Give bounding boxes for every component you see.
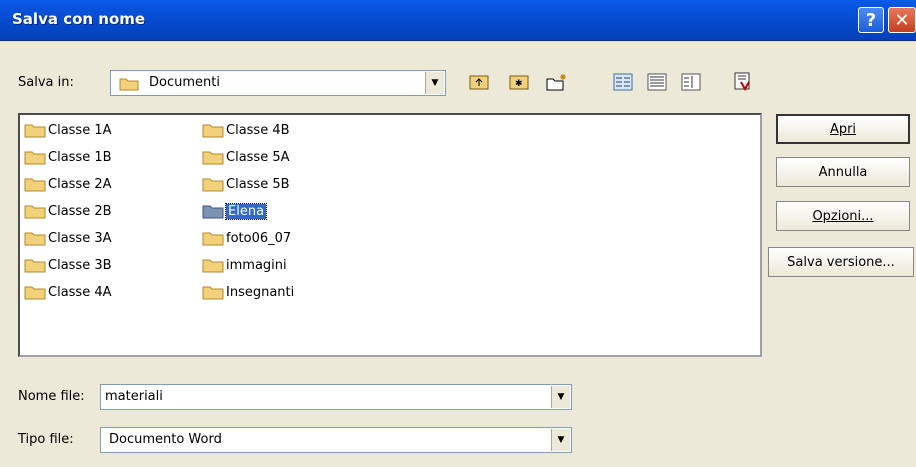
filetype-value: Documento Word	[109, 432, 222, 447]
file-item-label: Classe 5B	[226, 176, 290, 192]
file-item-label: Classe 1B	[48, 149, 112, 165]
title-bar[interactable]: Salva con nome ? ✕	[0, 0, 916, 41]
folder-icon	[202, 151, 224, 165]
desktop-button[interactable]: ✱	[506, 69, 532, 95]
window-title: Salva con nome	[12, 10, 146, 28]
filetype-label: Tipo file:	[18, 432, 74, 447]
folder-icon	[24, 151, 46, 165]
filetype-dropdown[interactable]: Documento Word ▼	[100, 427, 572, 453]
folder-icon	[202, 178, 224, 192]
file-item-classe-3b[interactable]: Classe 3B	[24, 254, 112, 276]
file-item-foto06-07[interactable]: foto06_07	[202, 227, 291, 249]
properties-view-icon	[681, 73, 701, 91]
folder-icon	[24, 124, 46, 138]
file-item-insegnanti[interactable]: Insegnanti	[202, 281, 294, 303]
file-item-label: Insegnanti	[226, 284, 295, 300]
details-view-icon	[647, 73, 667, 91]
folder-icon	[24, 205, 46, 219]
up-folder-icon	[469, 75, 489, 90]
file-item-classe-2b[interactable]: Classe 2B	[24, 200, 112, 222]
chevron-down-icon[interactable]: ▼	[551, 429, 570, 451]
tools-icon	[734, 72, 750, 92]
close-button[interactable]: ✕	[888, 7, 916, 33]
options-button[interactable]: Opzioni...	[776, 201, 910, 231]
svg-text:✱: ✱	[515, 79, 523, 89]
folder-icon	[24, 232, 46, 246]
save-in-label: Salva in:	[18, 75, 74, 90]
help-icon: ?	[865, 9, 877, 31]
new-folder-icon	[546, 74, 566, 91]
open-button-label: Apri	[829, 121, 857, 137]
file-item-classe-5b[interactable]: Classe 5B	[202, 173, 290, 195]
save-in-value: Documenti	[149, 75, 220, 90]
properties-view-button[interactable]	[678, 69, 704, 95]
file-item-label: foto06_07	[226, 230, 292, 246]
file-item-label: Classe 3B	[48, 257, 112, 273]
folder-icon	[202, 259, 224, 273]
file-item-classe-4a[interactable]: Classe 4A	[24, 281, 112, 303]
list-view-icon	[613, 73, 633, 91]
filename-input[interactable]: materiali ▼	[100, 384, 572, 410]
file-item-classe-1b[interactable]: Classe 1B	[24, 146, 112, 168]
chevron-down-icon[interactable]: ▼	[425, 72, 444, 94]
filename-value: materiali	[105, 389, 163, 404]
file-item-classe-5a[interactable]: Classe 5A	[202, 146, 290, 168]
up-folder-button[interactable]	[466, 69, 492, 95]
folder-icon	[202, 286, 224, 300]
file-item-label: immagini	[226, 257, 287, 273]
save-version-button[interactable]: Salva versione...	[768, 247, 914, 277]
cancel-button-label: Annulla	[818, 164, 868, 180]
list-view-button[interactable]	[610, 69, 636, 95]
filename-label: Nome file:	[18, 389, 85, 404]
file-item-elena[interactable]: Elena	[202, 200, 268, 222]
chevron-down-icon[interactable]: ▼	[551, 386, 570, 408]
folder-icon	[202, 205, 224, 219]
help-button[interactable]: ?	[858, 7, 884, 33]
file-item-immagini[interactable]: immagini	[202, 254, 287, 276]
file-item-classe-4b[interactable]: Classe 4B	[202, 119, 290, 141]
folder-icon	[24, 178, 46, 192]
file-item-label: Classe 2B	[48, 203, 112, 219]
close-icon: ✕	[894, 9, 910, 31]
new-folder-button[interactable]	[544, 69, 570, 95]
file-item-classe-3a[interactable]: Classe 3A	[24, 227, 112, 249]
open-button[interactable]: Apri	[776, 114, 910, 144]
tools-button[interactable]	[730, 69, 756, 95]
save-in-dropdown[interactable]: Documenti ▼	[110, 70, 446, 96]
folder-icon	[119, 78, 139, 91]
folder-icon	[202, 124, 224, 138]
folder-icon	[24, 259, 46, 273]
file-item-classe-2a[interactable]: Classe 2A	[24, 173, 112, 195]
desktop-icon: ✱	[509, 75, 529, 90]
file-item-label: Classe 2A	[48, 176, 112, 192]
file-item-label: Classe 1A	[48, 122, 112, 138]
file-item-classe-1a[interactable]: Classe 1A	[24, 119, 112, 141]
file-list[interactable]: Classe 1A Classe 1B Classe 2A Classe 2B …	[18, 113, 762, 357]
file-item-label: Classe 4A	[48, 284, 112, 300]
details-view-button[interactable]	[644, 69, 670, 95]
save-version-button-label: Salva versione...	[787, 254, 895, 270]
file-item-label: Elena	[224, 202, 268, 220]
cancel-button[interactable]: Annulla	[776, 157, 910, 187]
folder-icon	[24, 286, 46, 300]
folder-icon	[202, 232, 224, 246]
options-button-label: Opzioni...	[812, 208, 874, 224]
file-item-label: Classe 3A	[48, 230, 112, 246]
file-item-label: Classe 5A	[226, 149, 290, 165]
file-item-label: Classe 4B	[226, 122, 290, 138]
